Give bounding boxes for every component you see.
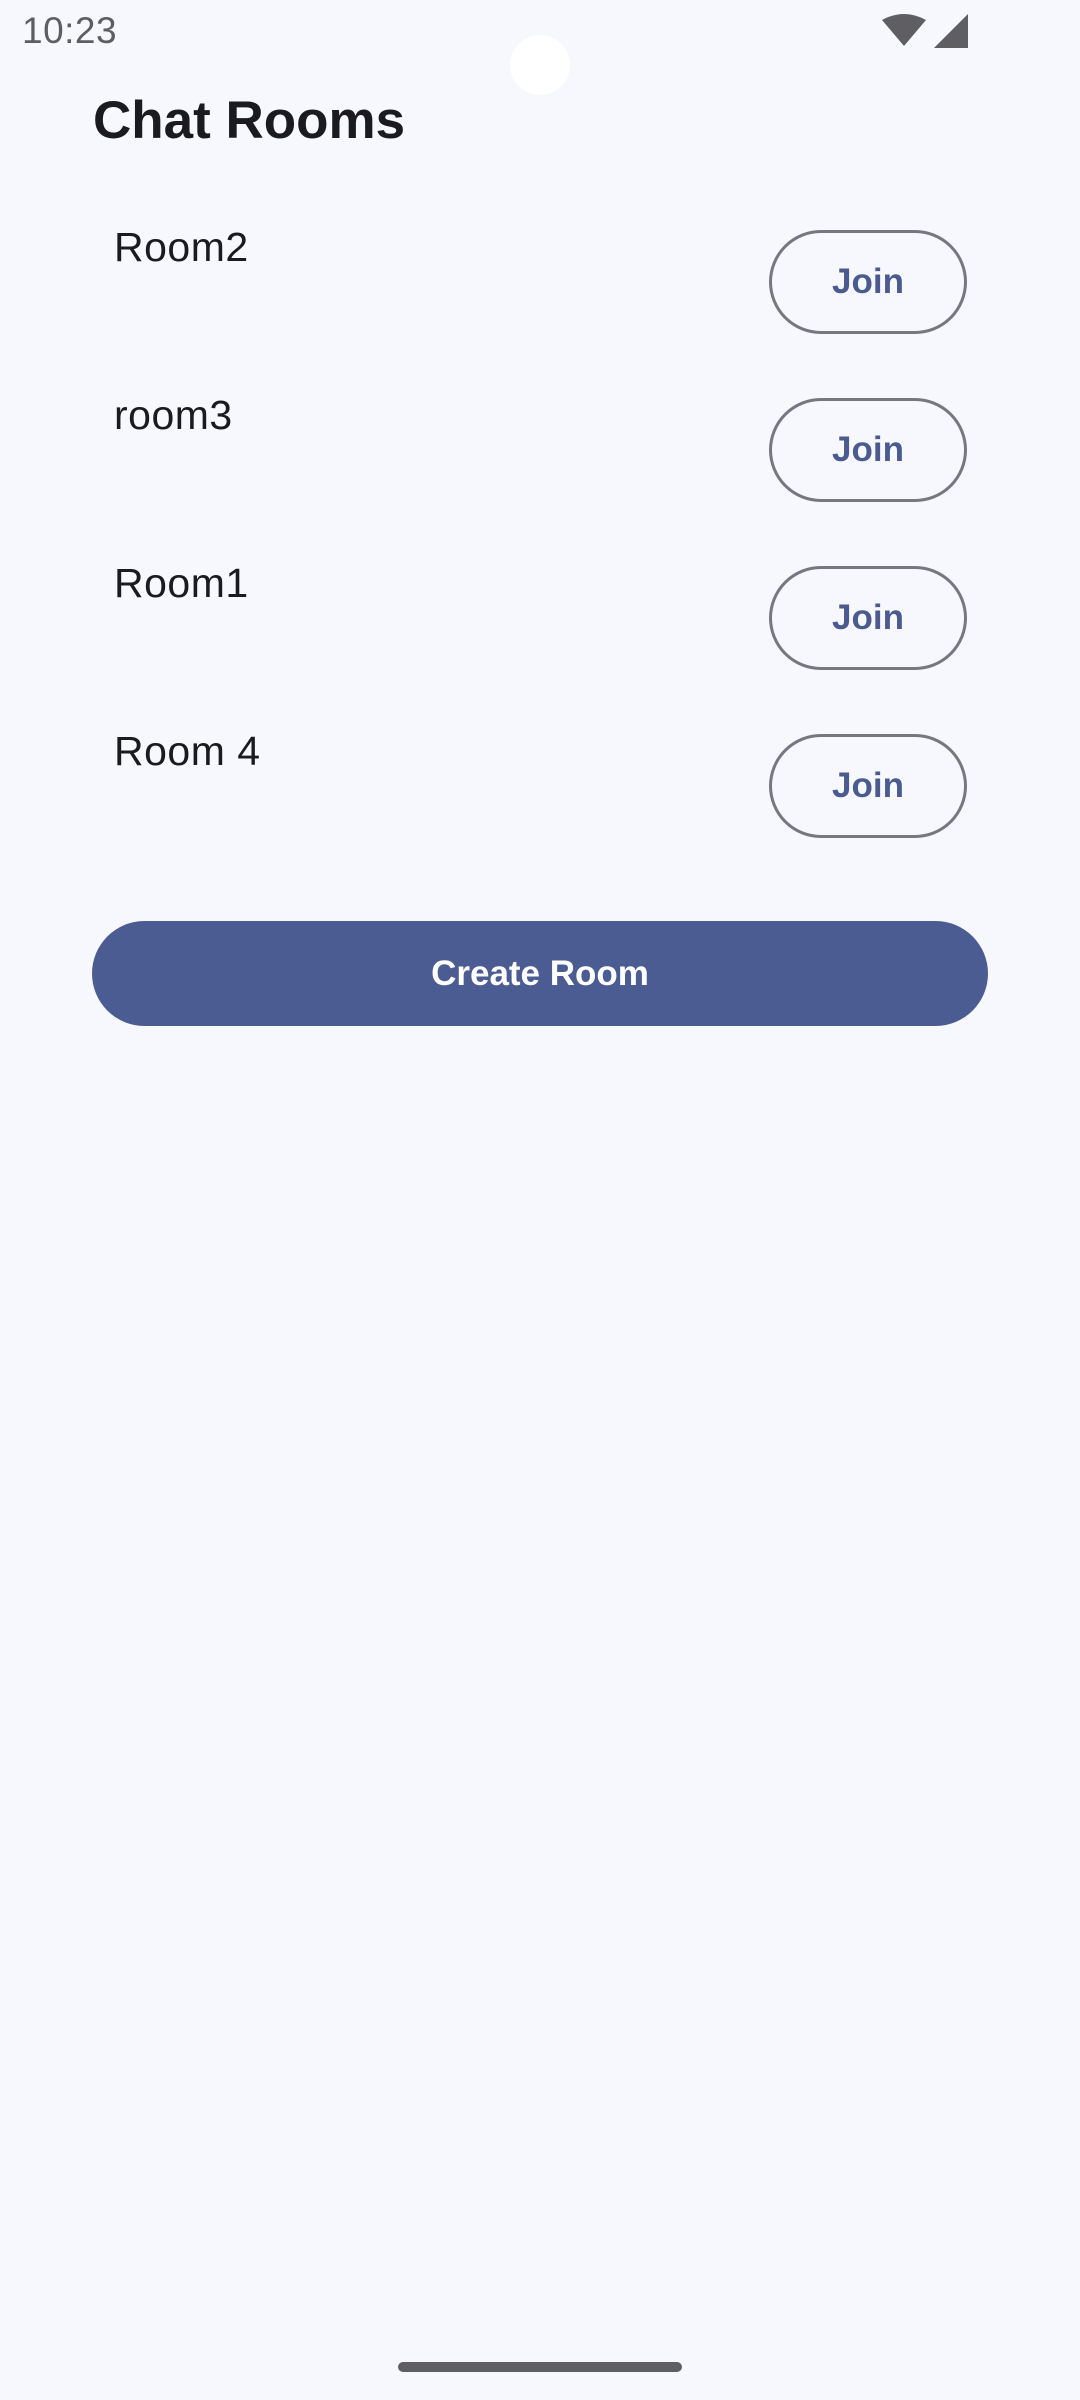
room-list-item: Room 4 Join bbox=[0, 704, 1080, 872]
status-time: 10:23 bbox=[22, 10, 118, 51]
cellular-signal-icon bbox=[934, 14, 968, 48]
home-gesture-bar[interactable] bbox=[398, 2362, 682, 2372]
join-room-button[interactable]: Join bbox=[769, 734, 967, 838]
room-list-item: Room1 Join bbox=[0, 536, 1080, 704]
join-room-button[interactable]: Join bbox=[769, 566, 967, 670]
camera-cutout bbox=[510, 35, 570, 95]
page-title: Chat Rooms bbox=[93, 91, 406, 150]
create-room-button[interactable]: Create Room bbox=[92, 921, 988, 1026]
status-bar: 10:23 bbox=[0, 0, 1080, 95]
room-list-item: room3 Join bbox=[0, 368, 1080, 536]
room-list: Room2 Join room3 Join Room1 Join Room 4 … bbox=[0, 200, 1080, 872]
join-room-button[interactable]: Join bbox=[769, 230, 967, 334]
room-name: Room 4 bbox=[114, 728, 261, 774]
chat-rooms-screen: 10:23 Chat Rooms Room2 Join room3 Join R… bbox=[0, 0, 1080, 2400]
room-name: Room1 bbox=[114, 560, 249, 606]
join-room-button[interactable]: Join bbox=[769, 398, 967, 502]
room-name: Room2 bbox=[114, 224, 249, 270]
wifi-icon bbox=[882, 14, 926, 46]
status-icons bbox=[882, 14, 968, 48]
room-name: room3 bbox=[114, 392, 233, 438]
room-list-item: Room2 Join bbox=[0, 200, 1080, 368]
